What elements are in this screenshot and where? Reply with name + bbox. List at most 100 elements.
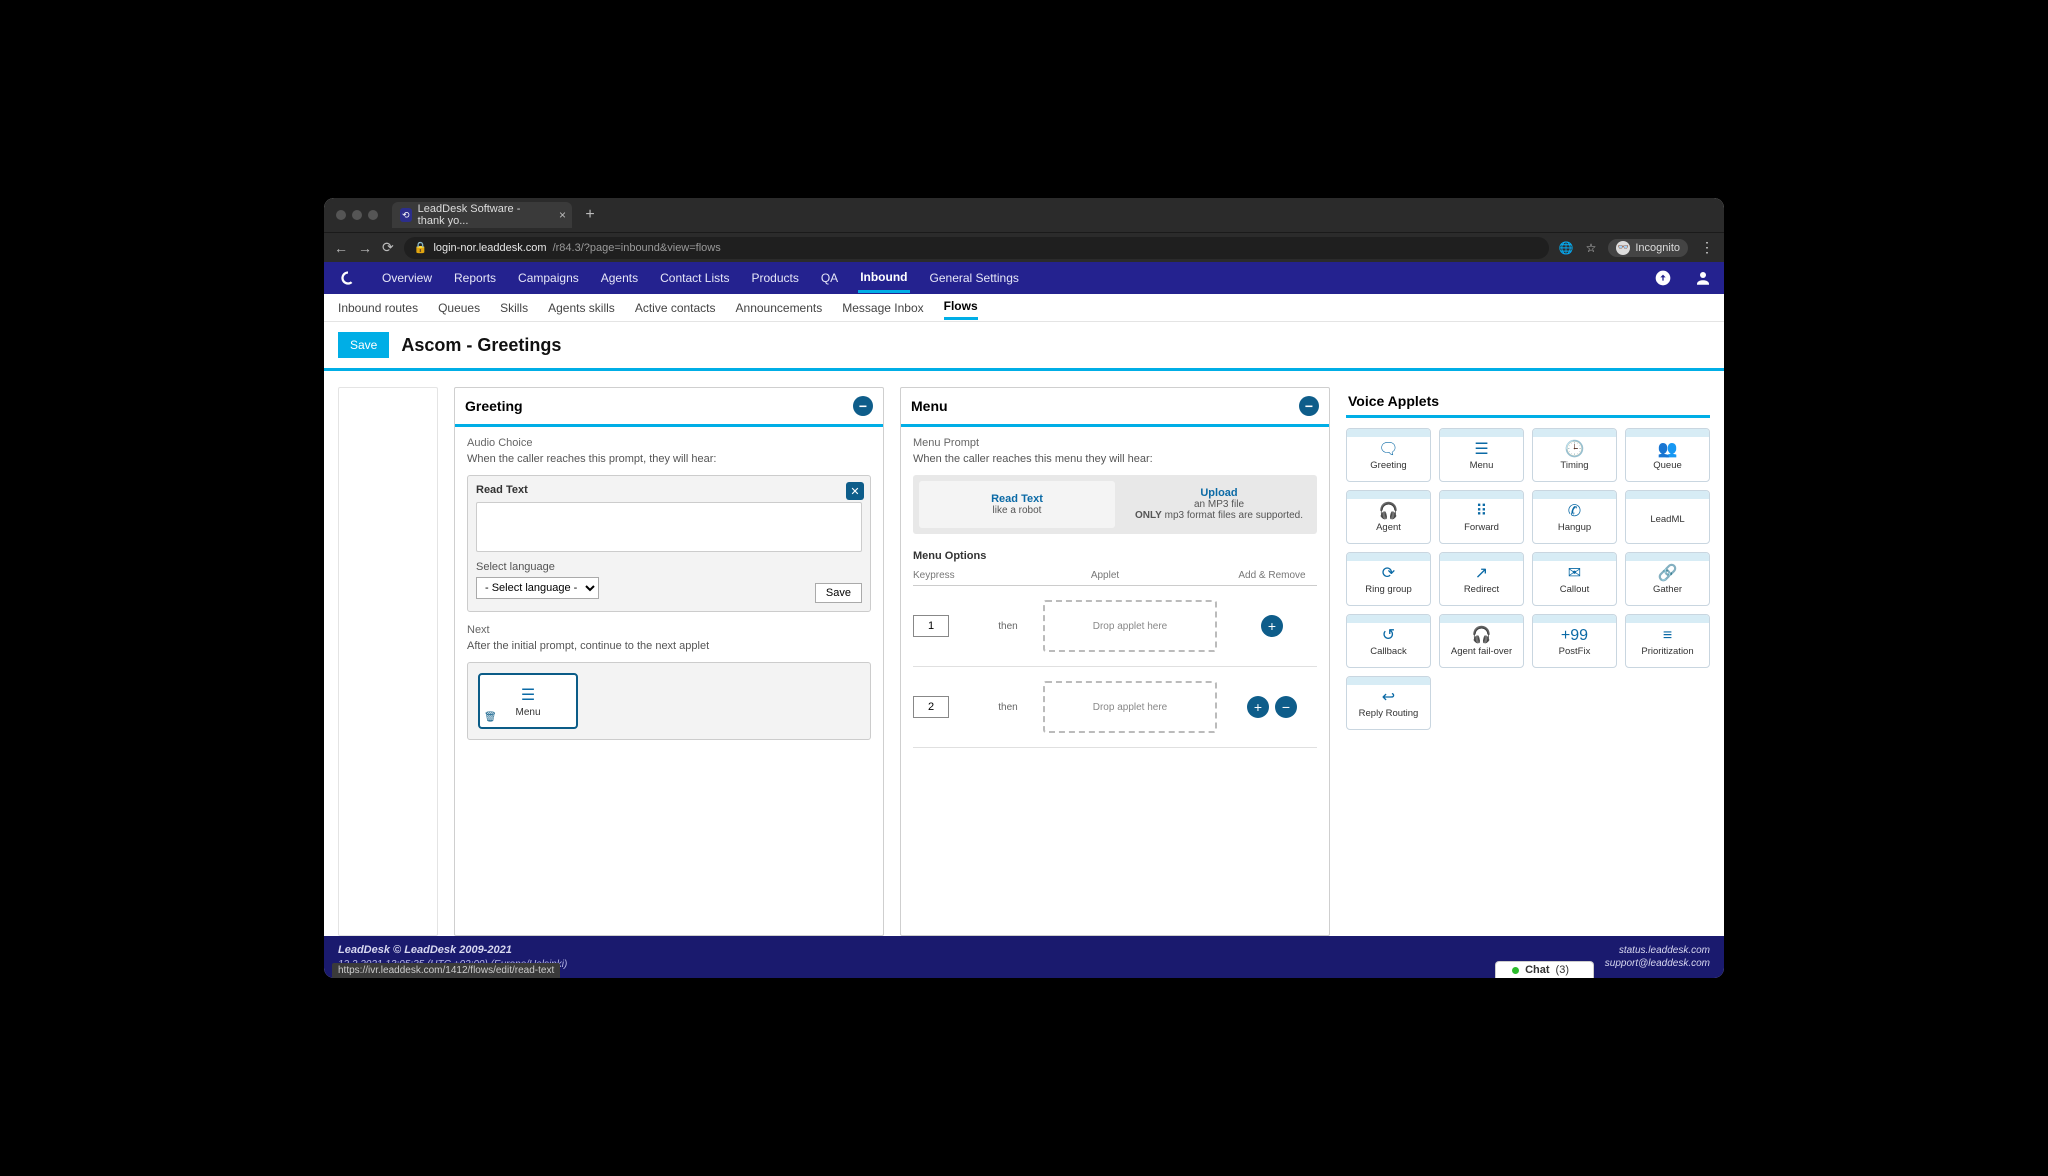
col-applet: Applet [983,570,1227,581]
applet-hangup[interactable]: ✆Hangup [1532,490,1617,544]
subnav-item-inbound-routes[interactable]: Inbound routes [338,297,418,319]
new-tab-button[interactable]: + [580,206,600,224]
subnav-item-agents-skills[interactable]: Agents skills [548,297,615,319]
keypress-input[interactable] [913,615,949,637]
collapse-greeting-button[interactable]: − [853,396,873,416]
applet-postfix[interactable]: +99PostFix [1532,614,1617,668]
footer-support-link[interactable]: support@leaddesk.com [1605,957,1710,970]
save-text-button[interactable]: Save [815,583,862,603]
traffic-min-icon[interactable] [352,210,362,220]
logo-icon[interactable] [334,264,362,292]
prompt-choice: Read Text like a robot Upload an MP3 fil… [913,475,1317,534]
timing-icon: 🕒 [1565,442,1585,458]
applet-prioritization[interactable]: ≡Prioritization [1625,614,1710,668]
subnav-item-message-inbox[interactable]: Message Inbox [842,297,923,319]
applet-leadml[interactable]: LeadML [1625,490,1710,544]
applet-menu[interactable]: ☰Menu [1439,428,1524,482]
applet-agent-fail-over[interactable]: 🎧Agent fail-over [1439,614,1524,668]
app-window: ⟲ LeadDesk Software - thank yo... × + ← … [324,198,1724,978]
collapse-menu-button[interactable]: − [1299,396,1319,416]
add-option-button[interactable]: + [1247,696,1269,718]
browser-right-icons: 🌐 ☆ 👓 Incognito ⋮ [1559,239,1714,257]
nav-item-overview[interactable]: Overview [380,265,434,291]
applet-label: Ring group [1365,585,1411,595]
applet-callback[interactable]: ↺ Callback [1346,614,1431,668]
nav-item-general-settings[interactable]: General Settings [928,265,1021,291]
subnav-item-skills[interactable]: Skills [500,297,528,319]
applet-gather[interactable]: 🔗Gather [1625,552,1710,606]
agent-icon: 🎧 [1379,504,1399,520]
footer-status-link[interactable]: status.leaddesk.com [1605,944,1710,957]
profile-icon[interactable] [1692,267,1714,289]
status-url: https://ivr.leaddesk.com/1412/flows/edit… [332,963,560,978]
applet-label: Callback [1370,647,1406,657]
translate-icon[interactable]: 🌐 [1559,241,1574,255]
subnav-item-active-contacts[interactable]: Active contacts [635,297,716,319]
next-applet-menu[interactable]: 🗑 ☰ Menu [478,673,578,729]
nav-item-agents[interactable]: Agents [599,265,640,291]
menu-header: Menu − [901,388,1329,427]
nav-item-products[interactable]: Products [749,265,800,291]
language-select[interactable]: - Select language - [476,577,599,599]
back-icon[interactable]: ← [334,240,348,256]
tab-strip: ⟲ LeadDesk Software - thank yo... × + [324,198,1724,232]
traffic-close-icon[interactable] [336,210,346,220]
queue-icon: 👥 [1658,442,1678,458]
applet-ring-group[interactable]: ⟳Ring group [1346,552,1431,606]
tab-close-icon[interactable]: × [559,208,566,222]
close-read-text-button[interactable]: ✕ [846,482,864,500]
footer: LeadDesk © LeadDesk 2009-2021 12.2.2021 … [324,936,1724,978]
chat-widget[interactable]: Chat (3) [1495,961,1594,978]
col-add-remove: Add & Remove [1227,570,1317,581]
menu-icon: ☰ [1474,442,1488,458]
tab-title: LeadDesk Software - thank yo... [418,203,548,227]
applet-agent[interactable]: 🎧Agent [1346,490,1431,544]
remove-option-button[interactable]: − [1275,696,1297,718]
browser-tab[interactable]: ⟲ LeadDesk Software - thank yo... × [392,202,572,228]
browser-menu-icon[interactable]: ⋮ [1700,239,1714,256]
chat-label: Chat [1525,964,1549,976]
nav-item-campaigns[interactable]: Campaigns [516,265,581,291]
nav-item-inbound[interactable]: Inbound [858,264,909,293]
applet-forward[interactable]: ⠿Forward [1439,490,1524,544]
applet-label: Forward [1464,523,1499,533]
applet-label: LeadML [1650,515,1684,525]
save-button[interactable]: Save [338,332,389,358]
applet-queue[interactable]: 👥Queue [1625,428,1710,482]
reply-routing-icon: ↩ [1382,690,1395,706]
subnav-item-queues[interactable]: Queues [438,297,480,319]
upload-option[interactable]: Upload an MP3 file ONLY mp3 format files… [1121,475,1317,534]
nav-item-reports[interactable]: Reports [452,265,498,291]
drop-zone[interactable]: Drop applet here [1043,681,1217,733]
applet-redirect[interactable]: ↗Redirect [1439,552,1524,606]
applet-callout[interactable]: ✉Callout [1532,552,1617,606]
hangup-icon: ✆ [1568,504,1581,520]
subnav-item-announcements[interactable]: Announcements [736,297,823,319]
reload-icon[interactable]: ⟳ [382,239,394,256]
keypress-input[interactable] [913,696,949,718]
subnav-item-flows[interactable]: Flows [944,295,978,320]
next-label: Next [467,624,871,636]
then-label: then [983,621,1033,632]
nav-item-qa[interactable]: QA [819,265,840,291]
read-text-input[interactable] [476,502,862,552]
incognito-badge: 👓 Incognito [1608,239,1688,257]
next-desc: After the initial prompt, continue to th… [467,640,871,652]
applet-timing[interactable]: 🕒Timing [1532,428,1617,482]
bookmark-icon[interactable]: ☆ [1586,241,1597,255]
add-option-button[interactable]: + [1261,615,1283,637]
applet-greeting[interactable]: 🗨Greeting [1346,428,1431,482]
drop-zone[interactable]: Drop applet here [1043,600,1217,652]
forward-icon[interactable]: → [358,240,372,256]
callback-icon: ↺ [1382,628,1395,644]
upload-option-sub2: ONLY mp3 format files are supported. [1129,510,1309,521]
chat-status-icon [1512,967,1519,974]
traffic-max-icon[interactable] [368,210,378,220]
upload-icon[interactable] [1652,267,1674,289]
applet-label: Agent fail-over [1451,647,1512,657]
nav-item-contact-lists[interactable]: Contact Lists [658,265,731,291]
url-input[interactable]: 🔒 login-nor.leaddesk.com/r84.3/?page=inb… [404,237,1549,259]
trash-icon[interactable]: 🗑 [484,712,497,723]
read-text-option[interactable]: Read Text like a robot [919,481,1115,528]
applet-reply-routing[interactable]: ↩Reply Routing [1346,676,1431,730]
